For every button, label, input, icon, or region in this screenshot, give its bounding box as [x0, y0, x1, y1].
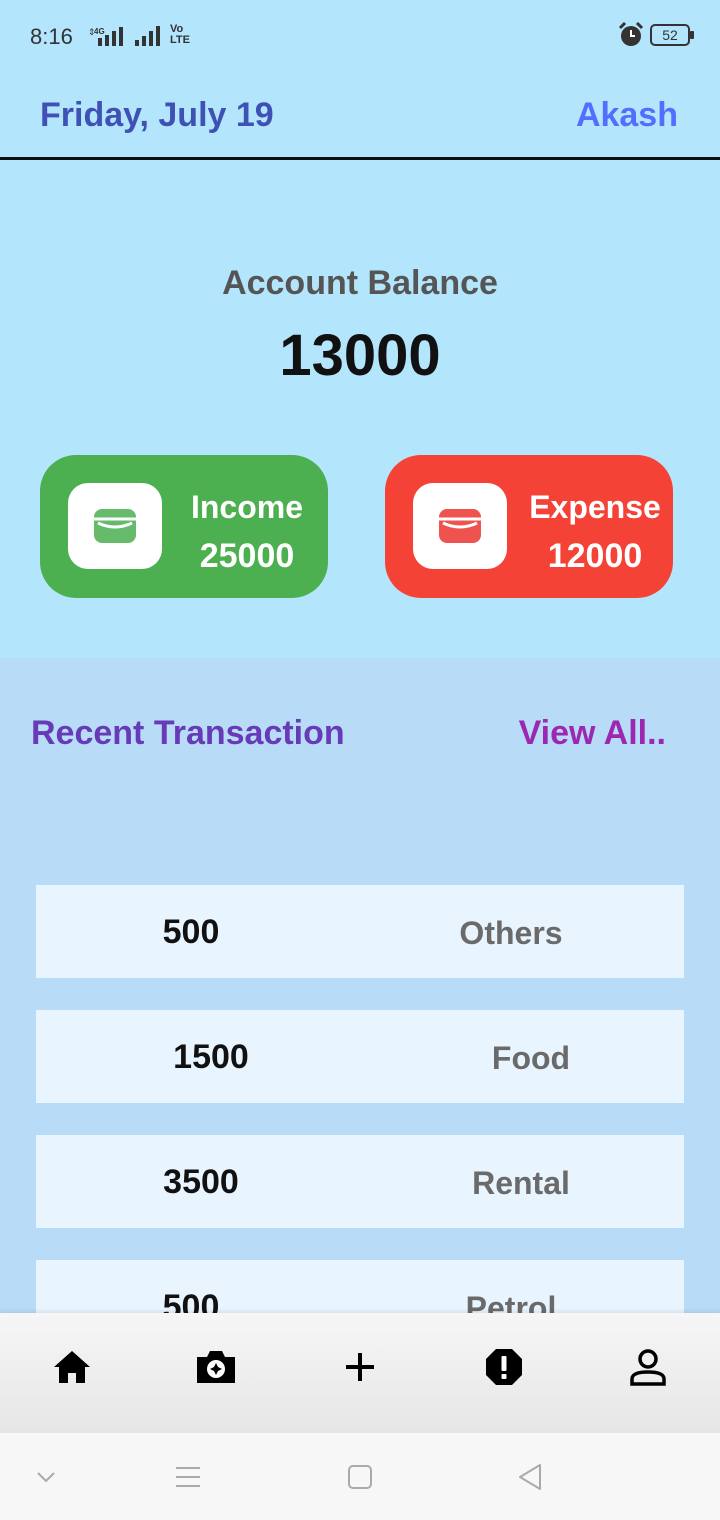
- camera-icon[interactable]: [194, 1345, 238, 1389]
- income-value: 25000: [199, 537, 295, 575]
- transaction-category: Rental: [472, 1165, 570, 1201]
- expense-icon-box: [413, 483, 507, 569]
- chevron-down-icon[interactable]: [26, 1461, 66, 1493]
- user-name[interactable]: Akash: [576, 96, 678, 135]
- status-time: 8:16: [30, 24, 73, 49]
- view-all-link[interactable]: View All..: [519, 714, 666, 753]
- income-card[interactable]: Income 25000: [40, 455, 328, 598]
- wallet-icon: [94, 509, 136, 543]
- transaction-category: Others: [459, 915, 563, 951]
- transaction-row[interactable]: 1500 Food: [36, 1010, 684, 1103]
- volte-icon: Vo LTE: [170, 23, 190, 46]
- expense-title: Expense: [529, 489, 661, 525]
- svg-text:⇕: ⇕: [88, 27, 96, 37]
- alert-icon[interactable]: [482, 1345, 526, 1389]
- wallet-icon: [439, 509, 481, 543]
- account-balance-label: Account Balance: [222, 264, 498, 302]
- profile-icon[interactable]: [626, 1345, 670, 1389]
- transaction-amount: 500: [162, 913, 220, 951]
- signal-icon: [135, 26, 160, 46]
- back-icon[interactable]: [510, 1461, 550, 1493]
- transaction-row[interactable]: 500 Others: [36, 885, 684, 978]
- income-title: Income: [190, 489, 304, 525]
- app-header: Friday, July 19 Akash: [0, 72, 720, 160]
- recent-transaction-title: Recent Transaction: [31, 714, 345, 752]
- menu-icon[interactable]: [168, 1461, 208, 1493]
- transaction-row[interactable]: 3500 Rental: [36, 1135, 684, 1228]
- status-bar: 8:16 4G ⇕ Vo LTE 52: [0, 0, 720, 72]
- account-balance-value: 13000: [279, 323, 441, 388]
- expense-card[interactable]: Expense 12000: [385, 455, 673, 598]
- transaction-amount: 1500: [173, 1038, 249, 1076]
- transaction-category: Food: [491, 1040, 571, 1076]
- transaction-amount: 3500: [163, 1163, 239, 1201]
- alarm-icon: [618, 22, 644, 46]
- add-icon[interactable]: [338, 1345, 382, 1389]
- battery-icon: 52: [650, 24, 694, 46]
- expense-value: 12000: [547, 537, 643, 575]
- home-icon[interactable]: [50, 1345, 94, 1389]
- mobile-signal-icon: 4G ⇕: [88, 27, 123, 46]
- network-type: 4G: [94, 27, 105, 36]
- date-label: Friday, July 19: [40, 96, 274, 134]
- square-icon[interactable]: [340, 1461, 380, 1493]
- system-navigation: [0, 1433, 720, 1520]
- bottom-navigation: [0, 1313, 720, 1433]
- income-icon-box: [68, 483, 162, 569]
